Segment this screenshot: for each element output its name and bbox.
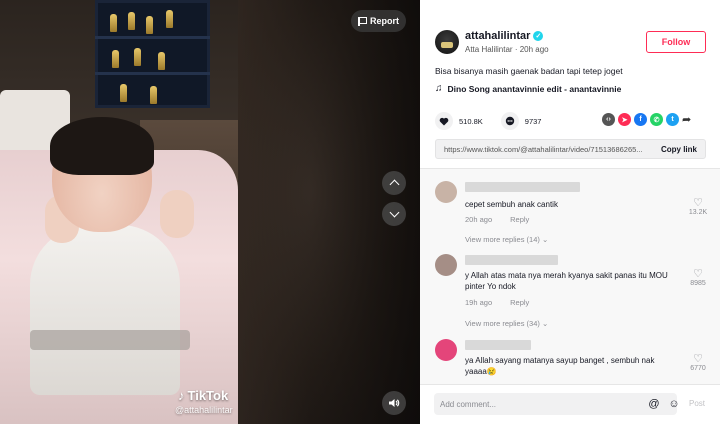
emoji-icon[interactable]: ☺: [667, 397, 681, 411]
whatsapp-icon[interactable]: ✆: [650, 113, 663, 126]
previous-video-button[interactable]: [382, 171, 406, 195]
send-icon[interactable]: ➤: [618, 113, 631, 126]
details-panel: attahalilintar ✓ Atta Halilintar · 20h a…: [420, 0, 720, 424]
video-player[interactable]: ♪ TikTok @attahalilintar Report: [0, 0, 420, 424]
video-frame[interactable]: ♪ TikTok @attahalilintar: [0, 0, 238, 424]
trophy: [134, 48, 141, 66]
music-note-icon: ♫: [435, 83, 443, 94]
copy-link-button[interactable]: Copy link: [661, 145, 697, 154]
tiktok-watermark: ♪ TikTok: [178, 388, 228, 403]
twitter-icon[interactable]: t: [666, 113, 679, 126]
author-avatar[interactable]: [435, 30, 459, 54]
commenter-avatar[interactable]: [435, 254, 457, 276]
heart-icon: [439, 117, 449, 125]
embed-icon[interactable]: ‹›: [602, 113, 615, 126]
post-caption: Bisa bisanya masih gaenak badan tapi tet…: [435, 66, 623, 76]
reply-button[interactable]: Reply: [510, 298, 529, 307]
reply-button[interactable]: Reply: [510, 215, 529, 224]
comment-like[interactable]: ♡ 13.2K: [686, 196, 710, 216]
comment-text: ya Allah sayang matanya sayup banget , s…: [465, 356, 655, 376]
heart-outline-icon: ♡: [693, 197, 703, 209]
trophy: [158, 52, 165, 70]
comment-placeholder: Add comment...: [440, 399, 497, 409]
comments-list[interactable]: cepet sembuh anak cantik 20h ago Reply ♡…: [420, 169, 720, 384]
trophy: [128, 12, 135, 30]
volume-icon: [389, 399, 400, 407]
music-link[interactable]: ♫ Dino Song anantavinnie edit - anantavi…: [435, 83, 621, 94]
view-more-replies-label: View more replies (14): [465, 235, 540, 244]
trophy: [112, 50, 119, 68]
report-button[interactable]: Report: [351, 10, 406, 32]
tiktok-logo-icon: ♪: [178, 388, 185, 403]
comment-like-count: 6770: [690, 365, 706, 372]
facebook-icon[interactable]: f: [634, 113, 647, 126]
video-link-box: https://www.tiktok.com/@attahalilintar/v…: [435, 139, 706, 159]
seat-strap: [30, 330, 190, 350]
watermark-brand: TikTok: [187, 388, 229, 403]
heart-outline-icon: ♡: [693, 268, 703, 280]
view-more-replies-button[interactable]: View more replies (14) ⌄: [465, 235, 548, 244]
comment-like-count: 8985: [690, 280, 706, 287]
comment-time: 19h ago: [465, 298, 493, 307]
baby-body: [30, 225, 180, 395]
volume-button[interactable]: [382, 391, 406, 415]
chevron-up-icon: [389, 179, 399, 190]
comment-like[interactable]: ♡ 6770: [686, 352, 710, 372]
comment-text: cepet sembuh anak cantik: [465, 200, 558, 209]
trophy: [110, 14, 117, 32]
flag-icon: [358, 16, 367, 26]
trophy: [120, 84, 127, 102]
commenter-avatar[interactable]: [435, 339, 457, 361]
author-username[interactable]: attahalilintar ✓: [465, 30, 544, 42]
comment-button[interactable]: [500, 112, 519, 130]
commenter-name-redacted: [465, 182, 580, 192]
comment-like[interactable]: ♡ 8985: [686, 267, 710, 287]
shelf-divider: [95, 72, 210, 75]
username-text: attahalilintar: [465, 30, 531, 42]
next-video-button[interactable]: [382, 202, 406, 226]
chevron-down-icon: ⌄: [541, 235, 549, 244]
trophy: [150, 86, 157, 104]
chevron-down-icon: [389, 207, 399, 218]
mention-icon[interactable]: @: [647, 397, 661, 411]
comment-text: y Allah atas mata nya merah kyanya sakit…: [465, 271, 668, 291]
comment-composer: Add comment... @ ☺ Post: [420, 384, 720, 424]
commenter-avatar[interactable]: [435, 181, 457, 203]
baby-hair: [50, 117, 154, 175]
comment-like-count: 13.2K: [688, 209, 708, 216]
heart-outline-icon: ♡: [693, 353, 703, 365]
music-title: Dino Song anantavinnie edit - anantavinn…: [447, 83, 622, 94]
comment-meta: 20h ago Reply: [465, 215, 529, 224]
engagement-stats: 510.8K 9737: [435, 112, 553, 130]
commenter-name-redacted: [465, 255, 558, 265]
comment-time: 20h ago: [465, 215, 493, 224]
like-button[interactable]: [435, 112, 453, 130]
watermark-handle: @attahalilintar: [175, 405, 233, 415]
like-count: 510.8K: [459, 116, 483, 126]
video-link[interactable]: https://www.tiktok.com/@attahalilintar/v…: [444, 145, 644, 154]
author-display-name: Atta Halilintar: [465, 45, 513, 54]
shelf-divider: [95, 36, 210, 39]
comment-meta: 19h ago Reply: [465, 298, 529, 307]
verified-badge-icon: ✓: [533, 31, 544, 41]
report-label: Report: [370, 16, 399, 26]
baby-arm: [160, 190, 194, 238]
comment-icon: [505, 116, 514, 126]
post-button[interactable]: Post: [689, 399, 705, 408]
comment-count: 9737: [524, 116, 542, 126]
comment-input[interactable]: Add comment... @ ☺: [434, 393, 680, 415]
post-time: 20h ago: [519, 45, 549, 54]
follow-button[interactable]: Follow: [646, 31, 706, 53]
commenter-name-redacted: [465, 340, 531, 350]
share-row: ‹› ➤ f ✆ t ➦: [602, 113, 691, 126]
chevron-down-icon: ⌄: [541, 319, 549, 328]
share-arrow-icon[interactable]: ➦: [682, 113, 691, 126]
author-subline: Atta Halilintar · 20h ago: [465, 45, 549, 54]
trophy: [146, 16, 153, 34]
trophy: [166, 10, 173, 28]
view-more-replies-button[interactable]: View more replies (34) ⌄: [465, 319, 548, 328]
view-more-replies-label: View more replies (34): [465, 319, 540, 328]
